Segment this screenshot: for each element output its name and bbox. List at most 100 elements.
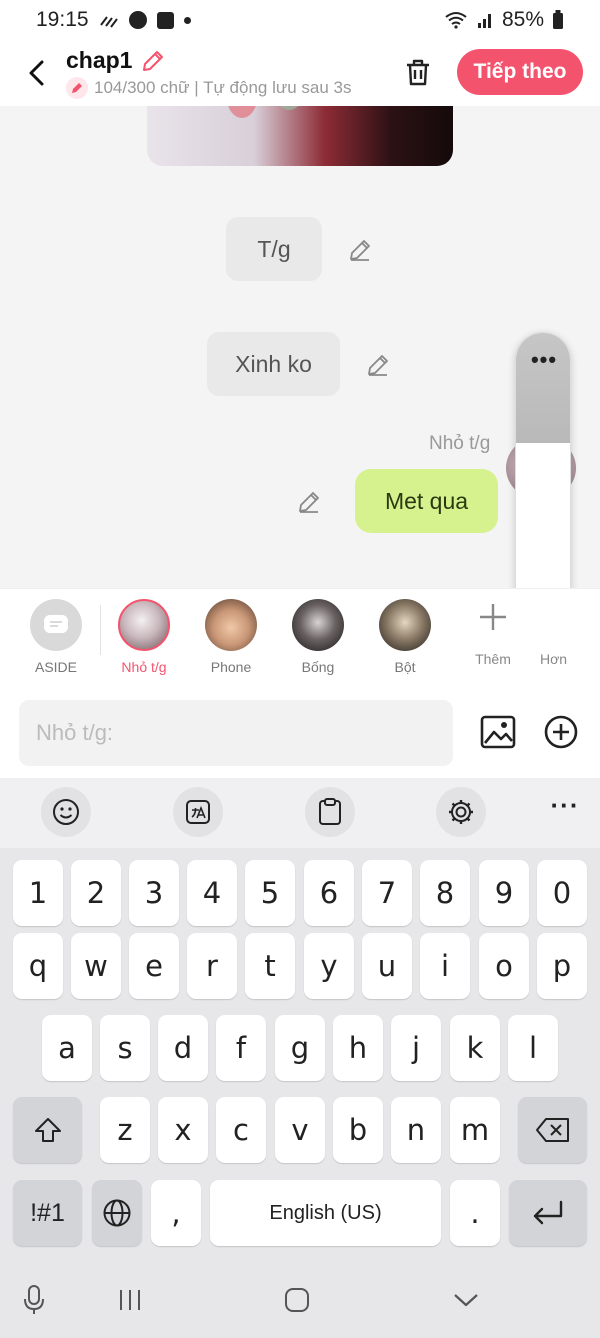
key-p[interactable]: p bbox=[537, 933, 587, 999]
chat-area[interactable]: T/g Xinh ko Nhỏ t/g Met qua bbox=[0, 106, 600, 588]
key-a[interactable]: a bbox=[42, 1015, 92, 1081]
next-button[interactable]: Tiếp theo bbox=[457, 49, 583, 95]
add-more-button[interactable] bbox=[541, 712, 581, 752]
edit-message-icon[interactable] bbox=[365, 352, 391, 378]
emoji-button[interactable] bbox=[41, 787, 91, 837]
key-x[interactable]: x bbox=[158, 1097, 208, 1163]
space-key[interactable]: English (US) bbox=[210, 1180, 441, 1246]
key-v[interactable]: v bbox=[275, 1097, 325, 1163]
key-d[interactable]: d bbox=[158, 1015, 208, 1081]
system-nav-bar bbox=[0, 1258, 600, 1338]
message-icon bbox=[44, 615, 68, 633]
status-time: 19:15 bbox=[36, 8, 89, 31]
key-n[interactable]: n bbox=[391, 1097, 441, 1163]
add-character-button[interactable] bbox=[475, 597, 511, 637]
key-s[interactable]: s bbox=[100, 1015, 150, 1081]
recent-apps-button[interactable] bbox=[108, 1282, 152, 1318]
character-label: Phone bbox=[210, 659, 252, 675]
key-f[interactable]: f bbox=[216, 1015, 266, 1081]
narration-bubble[interactable]: Xinh ko bbox=[207, 332, 340, 396]
key-b[interactable]: b bbox=[333, 1097, 383, 1163]
composer bbox=[0, 688, 600, 778]
key-9[interactable]: 9 bbox=[479, 860, 529, 926]
key-m[interactable]: m bbox=[450, 1097, 500, 1163]
character-nho-tg[interactable]: Nhỏ t/g bbox=[104, 599, 184, 675]
key-2[interactable]: 2 bbox=[71, 860, 121, 926]
back-button[interactable] bbox=[6, 43, 66, 103]
home-button[interactable] bbox=[275, 1282, 319, 1318]
key-3[interactable]: 3 bbox=[129, 860, 179, 926]
enter-key[interactable] bbox=[509, 1180, 587, 1246]
shift-icon bbox=[34, 1118, 61, 1142]
avatar bbox=[118, 599, 170, 651]
key-e[interactable]: e bbox=[129, 933, 179, 999]
key-y[interactable]: y bbox=[304, 933, 354, 999]
key-g[interactable]: g bbox=[275, 1015, 325, 1081]
key-q[interactable]: q bbox=[13, 933, 63, 999]
symbols-key[interactable]: !#1 bbox=[13, 1180, 82, 1246]
status-right: 85% bbox=[444, 8, 564, 32]
message-input[interactable] bbox=[19, 700, 453, 766]
key-0[interactable]: 0 bbox=[537, 860, 587, 926]
more-notifications-icon bbox=[183, 16, 191, 24]
key-w[interactable]: w bbox=[71, 933, 121, 999]
add-character-label[interactable]: Thêm bbox=[465, 651, 521, 667]
title-block: chap1 104/300 chữ | Tự động lưu sau 3s bbox=[66, 47, 376, 99]
key-5[interactable]: 5 bbox=[245, 860, 295, 926]
key-k[interactable]: k bbox=[450, 1015, 500, 1081]
battery-icon bbox=[553, 10, 563, 29]
key-r[interactable]: r bbox=[187, 933, 237, 999]
narration-bubble[interactable]: T/g bbox=[226, 217, 322, 281]
language-key[interactable] bbox=[92, 1180, 142, 1246]
image-message[interactable] bbox=[147, 106, 453, 166]
insert-image-button[interactable] bbox=[478, 712, 518, 752]
checkbox-notification-icon bbox=[156, 11, 174, 29]
avatar bbox=[205, 599, 257, 651]
key-8[interactable]: 8 bbox=[420, 860, 470, 926]
key-c[interactable]: c bbox=[216, 1097, 266, 1163]
character-phone[interactable]: Phone bbox=[191, 599, 271, 675]
shift-key[interactable] bbox=[13, 1097, 82, 1163]
key-z[interactable]: z bbox=[100, 1097, 150, 1163]
hide-keyboard-button[interactable] bbox=[444, 1282, 488, 1318]
clipboard-icon bbox=[319, 798, 341, 825]
delete-button[interactable] bbox=[398, 52, 438, 92]
edit-message-icon[interactable] bbox=[347, 237, 373, 263]
key-j[interactable]: j bbox=[391, 1015, 441, 1081]
trash-icon bbox=[407, 59, 429, 86]
key-o[interactable]: o bbox=[479, 933, 529, 999]
facebook-icon bbox=[128, 11, 147, 29]
recent-apps-icon bbox=[120, 1290, 140, 1310]
floating-panel-handle[interactable]: ••• bbox=[516, 333, 570, 443]
translate-button[interactable] bbox=[173, 787, 223, 837]
key-1[interactable]: 1 bbox=[13, 860, 63, 926]
edit-message-icon[interactable] bbox=[296, 489, 322, 515]
key-i[interactable]: i bbox=[420, 933, 470, 999]
character-bot[interactable]: Bột bbox=[365, 599, 445, 675]
more-options-icon[interactable]: ••• bbox=[516, 347, 570, 373]
period-key[interactable]: . bbox=[450, 1180, 500, 1246]
clipboard-button[interactable] bbox=[305, 787, 355, 837]
plus-icon bbox=[480, 604, 506, 630]
backspace-key[interactable] bbox=[518, 1097, 587, 1163]
keyboard-toolbar: ··· bbox=[0, 778, 600, 848]
key-4[interactable]: 4 bbox=[187, 860, 237, 926]
character-aside[interactable]: ASIDE bbox=[16, 599, 96, 675]
key-u[interactable]: u bbox=[362, 933, 412, 999]
key-l[interactable]: l bbox=[508, 1015, 558, 1081]
divider bbox=[100, 605, 101, 655]
key-6[interactable]: 6 bbox=[304, 860, 354, 926]
key-h[interactable]: h bbox=[333, 1015, 383, 1081]
key-t[interactable]: t bbox=[245, 933, 295, 999]
keyboard-more-button[interactable]: ··· bbox=[540, 790, 590, 834]
edit-title-icon[interactable] bbox=[140, 48, 166, 74]
home-icon bbox=[285, 1288, 309, 1312]
enter-icon bbox=[533, 1200, 563, 1225]
character-bong[interactable]: Bống bbox=[278, 599, 358, 675]
speaker-name: Nhỏ t/g bbox=[429, 433, 491, 454]
user-message-bubble[interactable]: Met qua bbox=[355, 469, 498, 533]
comma-key[interactable]: , bbox=[151, 1180, 201, 1246]
keyboard-settings-button[interactable] bbox=[436, 787, 486, 837]
voice-input-button[interactable] bbox=[12, 1282, 56, 1318]
key-7[interactable]: 7 bbox=[362, 860, 412, 926]
